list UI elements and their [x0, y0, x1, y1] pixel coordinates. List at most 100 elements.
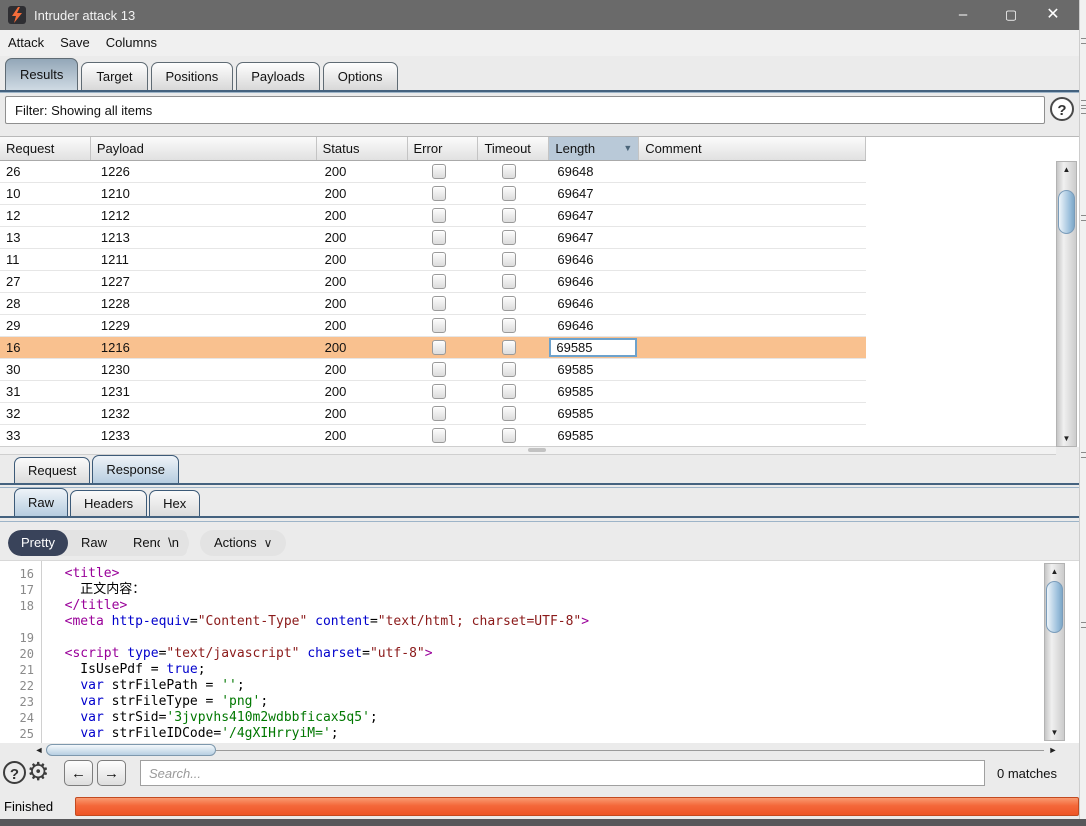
table-hscrollbar-thumb[interactable]: [528, 448, 546, 452]
tab-positions[interactable]: Positions: [151, 62, 234, 90]
scroll-right-icon[interactable]: ►: [1046, 744, 1060, 757]
scroll-up-icon[interactable]: ▲: [1045, 564, 1064, 579]
table-scrollbar-thumb[interactable]: [1058, 190, 1075, 234]
table-row[interactable]: 29122920069646: [0, 315, 866, 337]
tab-hex[interactable]: Hex: [149, 490, 200, 516]
search-help-icon[interactable]: ?: [3, 761, 26, 784]
timeout-checkbox[interactable]: [502, 318, 516, 333]
tab-headers[interactable]: Headers: [70, 490, 147, 516]
table-row[interactable]: 13121320069647: [0, 227, 866, 249]
tab-options[interactable]: Options: [323, 62, 398, 90]
table-row[interactable]: 30123020069585: [0, 359, 866, 381]
table-row[interactable]: 28122820069646: [0, 293, 866, 315]
column-header-timeout[interactable]: Timeout: [478, 137, 549, 160]
column-header-comment[interactable]: Comment: [639, 137, 866, 160]
timeout-checkbox[interactable]: [502, 252, 516, 267]
help-icon[interactable]: ?: [1050, 97, 1074, 121]
table-row[interactable]: 16121620069585: [0, 337, 866, 359]
column-header-payload[interactable]: Payload: [91, 137, 317, 160]
code-token: var: [80, 710, 103, 725]
scroll-left-icon[interactable]: ◄: [32, 744, 46, 757]
column-header-request[interactable]: Request: [0, 137, 91, 160]
timeout-checkbox[interactable]: [502, 384, 516, 399]
error-checkbox[interactable]: [432, 428, 446, 443]
scroll-down-icon[interactable]: ▼: [1057, 431, 1076, 446]
table-row[interactable]: 26122620069648: [0, 161, 866, 183]
timeout-checkbox[interactable]: [502, 230, 516, 245]
table-row[interactable]: 11121120069646: [0, 249, 866, 271]
error-checkbox[interactable]: [432, 274, 446, 289]
filter-bar[interactable]: Filter: Showing all items: [5, 96, 1045, 124]
table-row[interactable]: 31123120069585: [0, 381, 866, 403]
search-previous-button[interactable]: ←: [64, 760, 93, 786]
scroll-up-icon[interactable]: ▲: [1057, 162, 1076, 177]
timeout-checkbox[interactable]: [502, 274, 516, 289]
error-checkbox[interactable]: [432, 296, 446, 311]
edge-mark: [1081, 452, 1086, 458]
error-checkbox[interactable]: [432, 164, 446, 179]
scroll-down-icon[interactable]: ▼: [1045, 725, 1064, 740]
tab-results[interactable]: Results: [5, 58, 78, 90]
show-newlines-button[interactable]: \n: [160, 530, 187, 556]
error-checkbox[interactable]: [432, 406, 446, 421]
tab-response[interactable]: Response: [92, 455, 179, 483]
error-checkbox[interactable]: [432, 186, 446, 201]
timeout-checkbox[interactable]: [502, 164, 516, 179]
error-checkbox[interactable]: [432, 384, 446, 399]
table-vertical-scrollbar[interactable]: ▲ ▼: [1056, 161, 1077, 447]
code-token: ;: [370, 710, 378, 725]
code-horizontal-scrollbar[interactable]: ◄ ►: [30, 744, 1060, 757]
menu-item-attack[interactable]: Attack: [0, 30, 52, 50]
menu-item-save[interactable]: Save: [52, 30, 98, 50]
cell-error: [408, 161, 479, 182]
actions-button[interactable]: Actions∨: [200, 530, 286, 556]
error-checkbox[interactable]: [432, 340, 446, 355]
timeout-checkbox[interactable]: [502, 186, 516, 201]
timeout-checkbox[interactable]: [502, 296, 516, 311]
table-row[interactable]: 27122720069646: [0, 271, 866, 293]
error-checkbox[interactable]: [432, 208, 446, 223]
table-row[interactable]: 12121220069647: [0, 205, 866, 227]
code-token: <script: [65, 646, 128, 661]
minimize-button[interactable]: –: [942, 0, 984, 30]
tab-target[interactable]: Target: [81, 62, 147, 90]
error-checkbox[interactable]: [432, 362, 446, 377]
timeout-checkbox[interactable]: [502, 428, 516, 443]
search-input[interactable]: [140, 760, 985, 786]
tab-request[interactable]: Request: [14, 457, 90, 483]
focused-cell[interactable]: 69585: [549, 338, 637, 357]
column-header-length[interactable]: Length▼: [549, 137, 639, 160]
column-header-status[interactable]: Status: [317, 137, 408, 160]
code-scrollbar-thumb[interactable]: [1046, 581, 1063, 633]
table-horizontal-scrollbar[interactable]: [0, 446, 1056, 455]
error-checkbox[interactable]: [432, 318, 446, 333]
column-header-error[interactable]: Error: [408, 137, 479, 160]
close-button[interactable]: ✕: [1032, 0, 1074, 30]
code-hscrollbar-track[interactable]: [216, 750, 1044, 751]
timeout-checkbox[interactable]: [502, 362, 516, 377]
code-hscrollbar-thumb[interactable]: [46, 744, 216, 756]
cell-request: 33: [0, 425, 91, 446]
menu-item-columns[interactable]: Columns: [98, 30, 165, 50]
error-checkbox[interactable]: [432, 252, 446, 267]
table-row[interactable]: 10121020069647: [0, 183, 866, 205]
timeout-checkbox[interactable]: [502, 340, 516, 355]
gear-icon[interactable]: ⚙: [27, 757, 49, 787]
response-code-viewer[interactable]: ▲ ▼ 16 <title>17 正文内容：18 </title> <meta …: [0, 560, 1079, 743]
cell-length: 69647: [549, 227, 639, 248]
code-vertical-scrollbar[interactable]: ▲ ▼: [1044, 563, 1065, 741]
cell-request: 29: [0, 315, 91, 336]
cell-payload: 1230: [91, 359, 317, 380]
timeout-checkbox[interactable]: [502, 406, 516, 421]
tab-raw[interactable]: Raw: [14, 488, 68, 516]
render-mode-raw[interactable]: Raw: [68, 530, 120, 556]
timeout-checkbox[interactable]: [502, 208, 516, 223]
table-row[interactable]: 32123220069585: [0, 403, 866, 425]
maximize-button[interactable]: ▢: [990, 0, 1032, 30]
error-checkbox[interactable]: [432, 230, 446, 245]
tab-payloads[interactable]: Payloads: [236, 62, 319, 90]
code-token: http-equiv: [112, 614, 190, 629]
render-mode-pretty[interactable]: Pretty: [8, 530, 68, 556]
table-row[interactable]: 33123320069585: [0, 425, 866, 447]
search-next-button[interactable]: →: [97, 760, 126, 786]
